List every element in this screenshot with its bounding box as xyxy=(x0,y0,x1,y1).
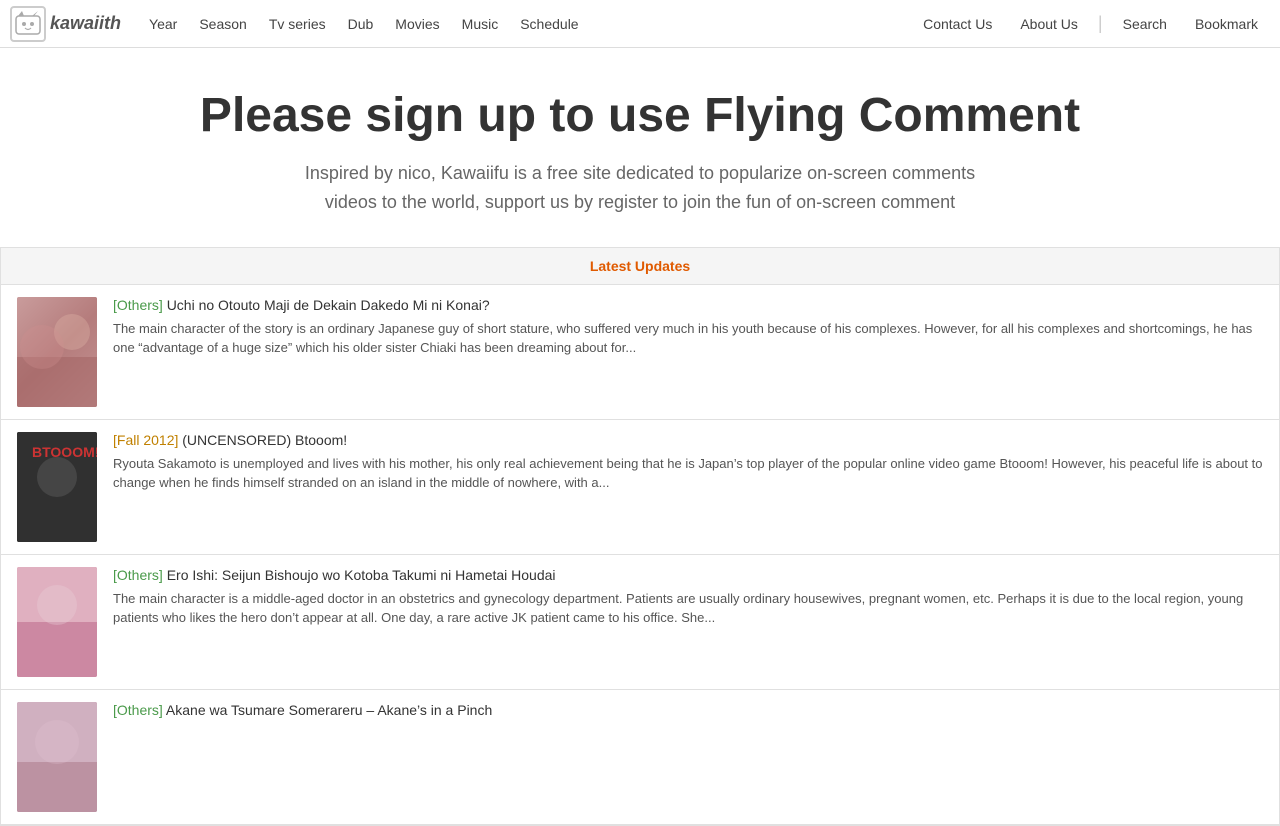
anime-title-text-4: Akane wa Tsumare Somerareru – Akane’s in… xyxy=(166,702,492,718)
anime-title-text-3: Ero Ishi: Seijun Bishoujo wo Kotoba Taku… xyxy=(167,567,556,583)
latest-updates-section: Latest Updates [Others] Uchi no Otouto M… xyxy=(0,247,1280,826)
latest-updates-title: Latest Updates xyxy=(590,258,690,274)
nav-link-year[interactable]: Year xyxy=(141,12,185,36)
anime-desc-1: The main character of the story is an or… xyxy=(113,319,1263,358)
nav-link-movies[interactable]: Movies xyxy=(387,12,447,36)
logo-icon xyxy=(10,6,46,42)
anime-tag-2[interactable]: [Fall 2012] xyxy=(113,432,178,448)
nav-link-season[interactable]: Season xyxy=(191,12,254,36)
latest-updates-header: Latest Updates xyxy=(1,248,1279,285)
navbar: kawaiith Year Season Tv series Dub Movie… xyxy=(0,0,1280,48)
anime-title-line-3: [Others] Ero Ishi: Seijun Bishoujo wo Ko… xyxy=(113,567,1263,583)
anime-item-2: BTOOOM! [Fall 2012] (UNCENSORED) Btooom!… xyxy=(1,420,1279,555)
anime-title-text-1: Uchi no Otouto Maji de Dekain Dakedo Mi … xyxy=(167,297,490,313)
hero-section: Please sign up to use Flying Comment Ins… xyxy=(0,48,1280,247)
anime-item-4: [Others] Akane wa Tsumare Somerareru – A… xyxy=(1,690,1279,825)
logo-area[interactable]: kawaiith xyxy=(10,6,121,42)
anime-title-line-1: [Others] Uchi no Otouto Maji de Dekain D… xyxy=(113,297,1263,313)
anime-item-3: [Others] Ero Ishi: Seijun Bishoujo wo Ko… xyxy=(1,555,1279,690)
contact-link[interactable]: Contact Us xyxy=(911,12,1004,36)
anime-thumb-1[interactable] xyxy=(17,297,97,407)
about-link[interactable]: About Us xyxy=(1008,12,1090,36)
anime-title-line-2: [Fall 2012] (UNCENSORED) Btooom! xyxy=(113,432,1263,448)
search-link[interactable]: Search xyxy=(1111,12,1179,36)
hero-subtitle-line1: Inspired by nico, Kawaiifu is a free sit… xyxy=(305,163,975,183)
anime-tag-3[interactable]: [Others] xyxy=(113,567,163,583)
anime-item-1: [Others] Uchi no Otouto Maji de Dekain D… xyxy=(1,285,1279,420)
svg-text:BTOOOM!: BTOOOM! xyxy=(32,444,97,460)
nav-links: Year Season Tv series Dub Movies Music S… xyxy=(141,12,911,36)
anime-tag-4[interactable]: [Others] xyxy=(113,702,163,718)
nav-link-music[interactable]: Music xyxy=(454,12,507,36)
bookmark-link[interactable]: Bookmark xyxy=(1183,12,1270,36)
logo-text: kawaiith xyxy=(50,13,121,34)
anime-thumb-3[interactable] xyxy=(17,567,97,677)
anime-thumb-2[interactable]: BTOOOM! xyxy=(17,432,97,542)
anime-title-line-4: [Others] Akane wa Tsumare Somerareru – A… xyxy=(113,702,1263,718)
nav-link-schedule[interactable]: Schedule xyxy=(512,12,586,36)
anime-desc-3: The main character is a middle-aged doct… xyxy=(113,589,1263,628)
anime-thumb-4[interactable] xyxy=(17,702,97,812)
anime-title-text-2: (UNCENSORED) Btooom! xyxy=(182,432,347,448)
nav-right: Contact Us About Us | Search Bookmark xyxy=(911,12,1270,36)
hero-title: Please sign up to use Flying Comment xyxy=(20,88,1260,143)
anime-info-1: [Others] Uchi no Otouto Maji de Dekain D… xyxy=(113,297,1263,358)
nav-separator-1: | xyxy=(1098,13,1103,34)
anime-desc-2: Ryouta Sakamoto is unemployed and lives … xyxy=(113,454,1263,493)
anime-info-4: [Others] Akane wa Tsumare Somerareru – A… xyxy=(113,702,1263,724)
anime-tag-1[interactable]: [Others] xyxy=(113,297,163,313)
hero-subtitle: Inspired by nico, Kawaiifu is a free sit… xyxy=(20,159,1260,217)
anime-info-2: [Fall 2012] (UNCENSORED) Btooom! Ryouta … xyxy=(113,432,1263,493)
nav-link-dub[interactable]: Dub xyxy=(340,12,382,36)
anime-info-3: [Others] Ero Ishi: Seijun Bishoujo wo Ko… xyxy=(113,567,1263,628)
nav-link-tv-series[interactable]: Tv series xyxy=(261,12,334,36)
hero-subtitle-line2: videos to the world, support us by regis… xyxy=(325,192,955,212)
